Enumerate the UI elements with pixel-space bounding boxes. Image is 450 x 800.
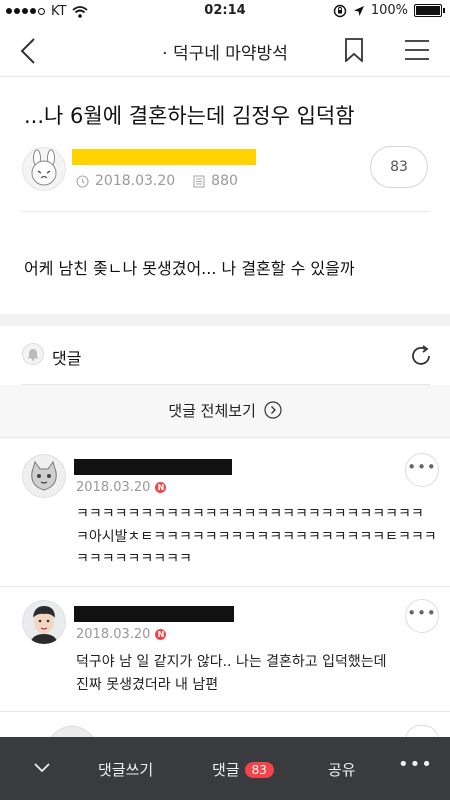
commenter-avatar[interactable]	[48, 724, 96, 738]
commenter-name-redacted	[74, 606, 234, 622]
chevron-down-icon[interactable]	[33, 762, 51, 774]
divider	[0, 586, 450, 587]
comment-meta: 2018.03.20 N	[76, 627, 167, 642]
bell-icon[interactable]	[22, 343, 44, 365]
divider	[22, 211, 430, 212]
battery-icon	[414, 4, 445, 17]
clock-icon	[76, 174, 89, 188]
post-views: 880	[211, 173, 238, 189]
post-meta: 2018.03.20 880	[76, 173, 238, 189]
comment-more-button[interactable]: •••	[405, 453, 439, 487]
comments-button-label: 댓글	[212, 761, 240, 779]
comment-text: 덕구야 남 일 같지가 않다.. 나는 결혼하고 입덕했는데 진짜 못생겼더라 내…	[76, 654, 387, 693]
battery-percent: 100%	[370, 3, 408, 18]
comments-count-badge: 83	[244, 762, 274, 778]
post-date: 2018.03.20	[95, 173, 176, 189]
author-name-redacted	[72, 149, 256, 165]
chevron-right-circle-icon	[264, 401, 282, 419]
location-icon	[353, 5, 364, 16]
post-title: ...나 6월에 결혼하는데 김정우 입덕함	[24, 104, 355, 128]
comment-meta: 2018.03.20 N	[76, 480, 167, 495]
comment-count-button[interactable]: 83	[370, 146, 428, 188]
section-separator	[0, 314, 450, 326]
comment-more-button[interactable]: •••	[405, 599, 439, 633]
author-avatar[interactable]	[22, 147, 66, 191]
commenter-avatar[interactable]	[22, 454, 66, 498]
nav-bar: · 덕구네 마약방석	[0, 24, 450, 77]
comments-title: 댓글	[52, 349, 82, 368]
refresh-icon[interactable]	[409, 344, 433, 368]
more-options-icon[interactable]: •••	[398, 754, 433, 775]
page-title: · 덕구네 마약방석	[162, 44, 288, 64]
comment-date: 2018.03.20	[76, 480, 151, 495]
comments-button[interactable]: 댓글 83	[212, 759, 274, 780]
commenter-avatar[interactable]	[22, 600, 66, 644]
status-bar: KT 02:14 100%	[0, 0, 450, 24]
post-body: 어케 남친 좆ㄴ나 못생겼어... 나 결혼할 수 있을까	[24, 259, 355, 278]
bottom-action-bar: 댓글쓰기 댓글 83 공유 •••	[0, 737, 450, 800]
menu-icon[interactable]	[405, 39, 429, 61]
new-badge: N	[155, 482, 167, 493]
rotation-lock-icon	[333, 4, 347, 17]
bookmark-icon[interactable]	[344, 38, 364, 62]
comment-text: ㅋㅋㅋㅋㅋㅋㅋㅋㅋㅋㅋㅋㅋㅋㅋㅋㅋㅋㅋㅋㅋㅋㅋㅋㅋㅋㅋ ㅋ아시발ㅊㅌㅋㅋㅋㅋㅋㅋㅋ…	[76, 506, 437, 567]
view-all-comments-button[interactable]: 댓글 전체보기	[0, 385, 450, 438]
divider	[0, 711, 450, 712]
view-all-label: 댓글 전체보기	[168, 402, 256, 420]
write-comment-button[interactable]: 댓글쓰기	[98, 759, 153, 780]
commenter-name-redacted	[74, 459, 232, 475]
new-badge: N	[155, 629, 167, 640]
comments-header: 댓글	[0, 327, 450, 384]
share-button[interactable]: 공유	[328, 759, 356, 780]
comment-date: 2018.03.20	[76, 627, 151, 642]
views-icon	[193, 174, 205, 188]
